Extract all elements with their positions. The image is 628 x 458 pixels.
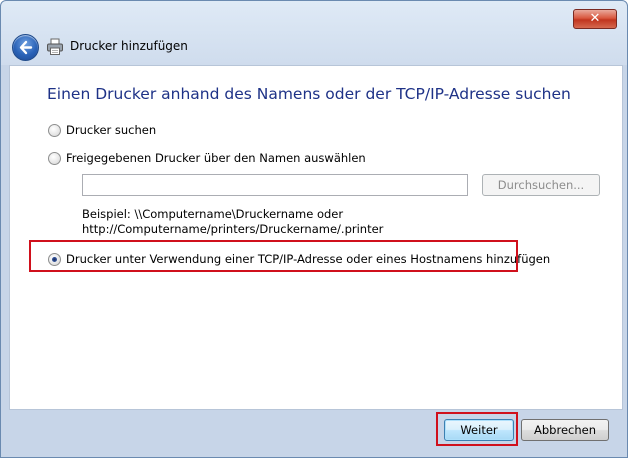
option-search-printer[interactable]: Drucker suchen	[48, 123, 156, 137]
window-title: Drucker hinzufügen	[70, 39, 188, 53]
highlight-box	[436, 412, 518, 446]
wizard-content: Einen Drucker anhand des Namens oder der…	[9, 65, 623, 410]
option-label: Drucker suchen	[66, 123, 157, 137]
example-line: http://Computername/printers/Druckername…	[82, 222, 384, 236]
close-icon: ✕	[589, 11, 601, 26]
add-printer-window: ✕ Drucker hinzufügen Einen Drucker anhan…	[0, 0, 628, 458]
example-text: Beispiel: \\Computername\Druckername ode…	[82, 207, 383, 237]
back-button[interactable]	[12, 34, 39, 61]
navigation-bar: Drucker hinzufügen	[1, 31, 627, 63]
button-bar: Weiter Abbrechen	[1, 409, 627, 457]
radio-search-printer[interactable]	[48, 123, 61, 137]
radio-shared-printer[interactable]	[48, 151, 61, 165]
option-shared-printer[interactable]: Freigegebenen Drucker über den Namen aus…	[48, 151, 366, 165]
option-label: Freigegebenen Drucker über den Namen aus…	[66, 151, 366, 165]
back-arrow-icon	[19, 40, 33, 55]
highlight-box	[29, 240, 518, 272]
close-button[interactable]: ✕	[573, 9, 617, 29]
printer-icon	[47, 38, 63, 55]
browse-button[interactable]: Durchsuchen...	[482, 174, 600, 196]
example-line: Beispiel: \\Computername\Druckername ode…	[82, 207, 344, 221]
page-heading: Einen Drucker anhand des Namens oder der…	[47, 85, 571, 103]
printer-name-input[interactable]	[82, 174, 468, 196]
title-bar: ✕	[1, 1, 627, 33]
cancel-button[interactable]: Abbrechen	[521, 419, 609, 441]
